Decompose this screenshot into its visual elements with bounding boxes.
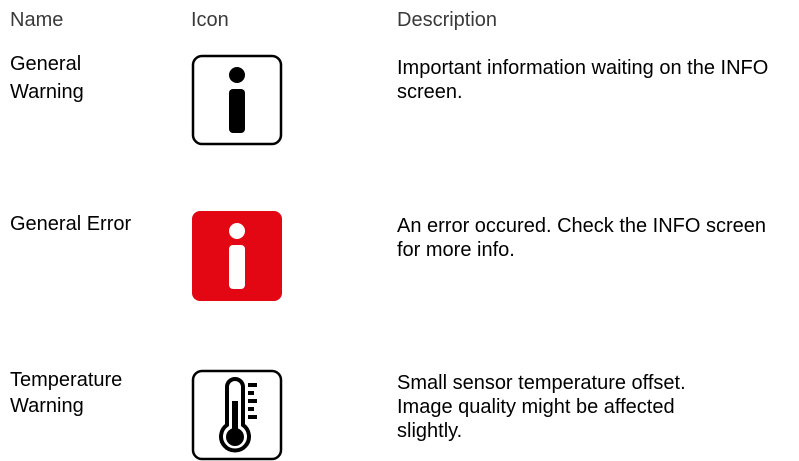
row-description: Important information waiting on the INF…: [397, 57, 769, 103]
info-icon: [191, 54, 283, 146]
row-name: Temperature Warning: [10, 369, 123, 417]
info-icon: [191, 210, 283, 302]
row-description: An error occured. Check the INFO screen …: [397, 215, 767, 261]
row-name: General Warning: [10, 53, 84, 103]
column-header-name: Name: [10, 9, 64, 31]
column-header-icon: Icon: [191, 9, 229, 31]
row-name: General Error: [10, 213, 132, 235]
column-header-description: Description: [397, 9, 498, 31]
row-description: Small sensor temperature offset. Image q…: [397, 372, 686, 442]
thermometer-icon: [191, 369, 283, 461]
